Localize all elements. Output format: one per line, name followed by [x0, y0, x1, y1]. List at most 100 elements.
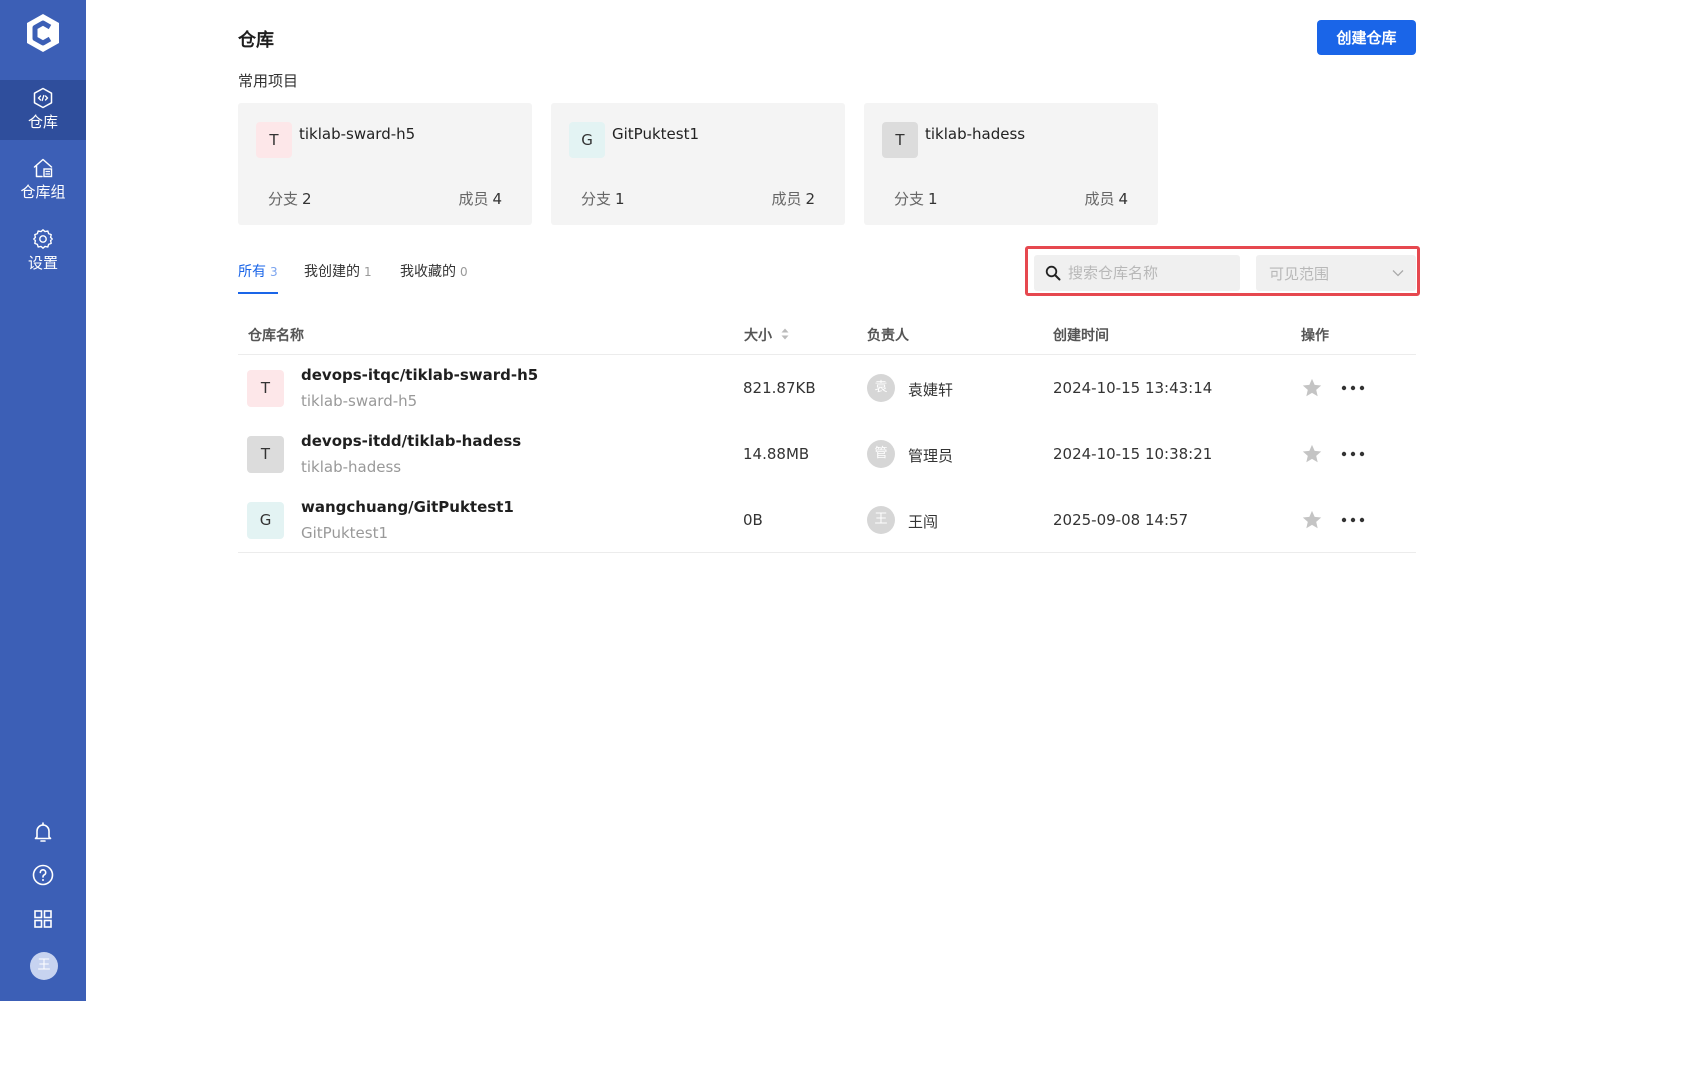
search-box	[1034, 255, 1240, 291]
sidebar-item-repository-group[interactable]: 仓库组	[0, 150, 86, 210]
star-icon[interactable]	[1301, 509, 1323, 531]
repo-avatar: G	[569, 122, 605, 158]
member-count: 成员 4	[1084, 188, 1128, 209]
member-label: 成员	[771, 190, 802, 208]
recent-projects-title: 常用项目	[238, 72, 299, 90]
tab-label: 我创建的	[304, 264, 360, 280]
branch-label: 分支	[268, 190, 299, 208]
create-repository-button[interactable]: 创建仓库	[1317, 20, 1416, 55]
repo-full-name-link[interactable]: devops-itqc/tiklab-sward-h5	[301, 366, 538, 384]
table-header: 仓库名称 大小 负责人 创建时间 操作	[238, 318, 1416, 355]
repo-size: 821.87KB	[743, 379, 816, 397]
recent-project-name: tiklab-sward-h5	[299, 125, 416, 143]
sidebar: 仓库 仓库组 设置 王	[0, 0, 86, 1001]
repo-avatar: T	[256, 122, 292, 158]
column-header-actions: 操作	[1301, 328, 1329, 344]
branch-number: 1	[615, 190, 625, 208]
branch-count: 分支 1	[894, 188, 938, 209]
owner-name: 管理员	[908, 447, 954, 465]
tab-count: 0	[460, 265, 468, 279]
bell-icon[interactable]	[31, 820, 55, 844]
repo-size: 0B	[743, 511, 763, 529]
member-label: 成员	[1084, 190, 1115, 208]
branch-number: 1	[928, 190, 938, 208]
visibility-scope-placeholder: 可见范围	[1269, 265, 1330, 283]
tab-all[interactable]: 所有 3	[238, 260, 278, 294]
recent-project-card[interactable]: T tiklab-hadess 分支 1 成员 4	[864, 103, 1158, 225]
repo-full-name-link[interactable]: devops-itdd/tiklab-hadess	[301, 432, 521, 450]
recent-project-name: tiklab-hadess	[925, 125, 1026, 143]
created-time: 2025-09-08 14:57	[1053, 511, 1189, 529]
repository-code-icon	[33, 87, 53, 109]
branch-label: 分支	[894, 190, 925, 208]
more-options-icon[interactable]	[1341, 377, 1365, 399]
repo-full-name-link[interactable]: wangchuang/GitPuktest1	[301, 498, 514, 516]
tab-count: 1	[364, 265, 372, 279]
user-avatar[interactable]: 王	[30, 952, 58, 980]
visibility-scope-select[interactable]: 可见范围	[1256, 255, 1416, 291]
repo-name: tiklab-sward-h5	[301, 392, 418, 410]
filter-highlight-box: 可见范围	[1025, 246, 1420, 296]
owner-avatar: 管	[867, 440, 895, 468]
star-icon[interactable]	[1301, 443, 1323, 465]
sidebar-item-repository[interactable]: 仓库	[0, 80, 86, 140]
owner-avatar: 袁	[867, 374, 895, 402]
repo-avatar: T	[247, 370, 284, 407]
recent-project-card[interactable]: G GitPuktest1 分支 1 成员 2	[551, 103, 845, 225]
recent-project-name: GitPuktest1	[612, 125, 699, 143]
search-icon	[1045, 265, 1061, 281]
help-circle-icon[interactable]	[31, 863, 55, 887]
more-options-icon[interactable]	[1341, 443, 1365, 465]
created-time: 2024-10-15 13:43:14	[1053, 379, 1213, 397]
page-title: 仓库	[238, 30, 274, 51]
tab-favorites[interactable]: 我收藏的 0	[400, 260, 468, 294]
app-logo-icon[interactable]	[22, 12, 64, 54]
repository-group-icon	[33, 158, 53, 178]
owner-avatar: 王	[867, 506, 895, 534]
member-count: 成员 4	[458, 188, 502, 209]
table-row[interactable]: G wangchuang/GitPuktest1 GitPuktest1 0B …	[238, 487, 1416, 553]
column-header-owner: 负责人	[867, 328, 909, 344]
column-header-size-label: 大小	[744, 328, 772, 344]
column-header-size[interactable]: 大小	[744, 325, 790, 345]
repo-size: 14.88MB	[743, 445, 810, 463]
tab-label: 所有	[238, 264, 266, 280]
owner-name: 袁婕轩	[908, 381, 954, 399]
member-count: 成员 2	[771, 188, 815, 209]
member-label: 成员	[458, 190, 489, 208]
recent-project-card[interactable]: T tiklab-sward-h5 分支 2 成员 4	[238, 103, 532, 225]
gear-icon	[33, 229, 53, 249]
tab-label: 我收藏的	[400, 264, 456, 280]
created-time: 2024-10-15 10:38:21	[1053, 445, 1213, 463]
branch-count: 分支 1	[581, 188, 625, 209]
app-grid-icon[interactable]	[31, 907, 55, 931]
sidebar-item-label: 设置	[27, 254, 58, 272]
member-number: 4	[1118, 190, 1128, 208]
chevron-down-icon	[1392, 270, 1404, 277]
table-row[interactable]: T devops-itdd/tiklab-hadess tiklab-hades…	[238, 421, 1416, 487]
repository-table: 仓库名称 大小 负责人 创建时间 操作 T devops-itqc/tiklab…	[238, 318, 1416, 553]
repo-avatar: T	[882, 122, 918, 158]
tab-created-by-me[interactable]: 我创建的 1	[304, 260, 372, 294]
star-icon[interactable]	[1301, 377, 1323, 399]
repo-name: tiklab-hadess	[301, 458, 402, 476]
repo-name: GitPuktest1	[301, 524, 388, 542]
sidebar-item-label: 仓库	[27, 113, 58, 131]
tab-count: 3	[270, 265, 278, 279]
search-input[interactable]	[1068, 255, 1238, 291]
more-options-icon[interactable]	[1341, 509, 1365, 531]
branch-label: 分支	[581, 190, 612, 208]
sidebar-item-settings[interactable]: 设置	[0, 221, 86, 281]
repo-avatar: G	[247, 502, 284, 539]
branch-number: 2	[302, 190, 312, 208]
repo-avatar: T	[247, 436, 284, 473]
owner-name: 王闯	[908, 513, 939, 531]
column-header-name: 仓库名称	[248, 328, 304, 344]
table-row[interactable]: T devops-itqc/tiklab-sward-h5 tiklab-swa…	[238, 355, 1416, 421]
member-number: 2	[805, 190, 815, 208]
branch-count: 分支 2	[268, 188, 312, 209]
sidebar-item-label: 仓库组	[20, 183, 66, 201]
member-number: 4	[492, 190, 502, 208]
sort-icon[interactable]	[780, 327, 790, 341]
column-header-created-time: 创建时间	[1053, 328, 1109, 344]
